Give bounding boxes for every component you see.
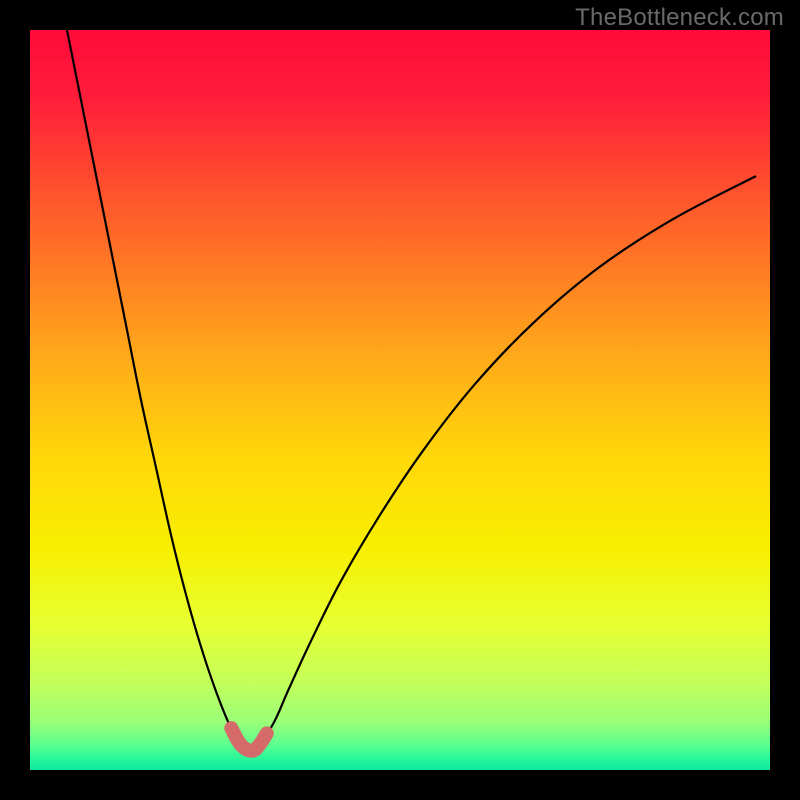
plot-area: [30, 30, 770, 770]
watermark-text: TheBottleneck.com: [575, 4, 784, 32]
chart-frame: TheBottleneck.com: [0, 0, 800, 800]
minimum-highlight: [231, 728, 267, 751]
curve-layer: [30, 30, 770, 770]
bottleneck-curve: [67, 30, 755, 751]
